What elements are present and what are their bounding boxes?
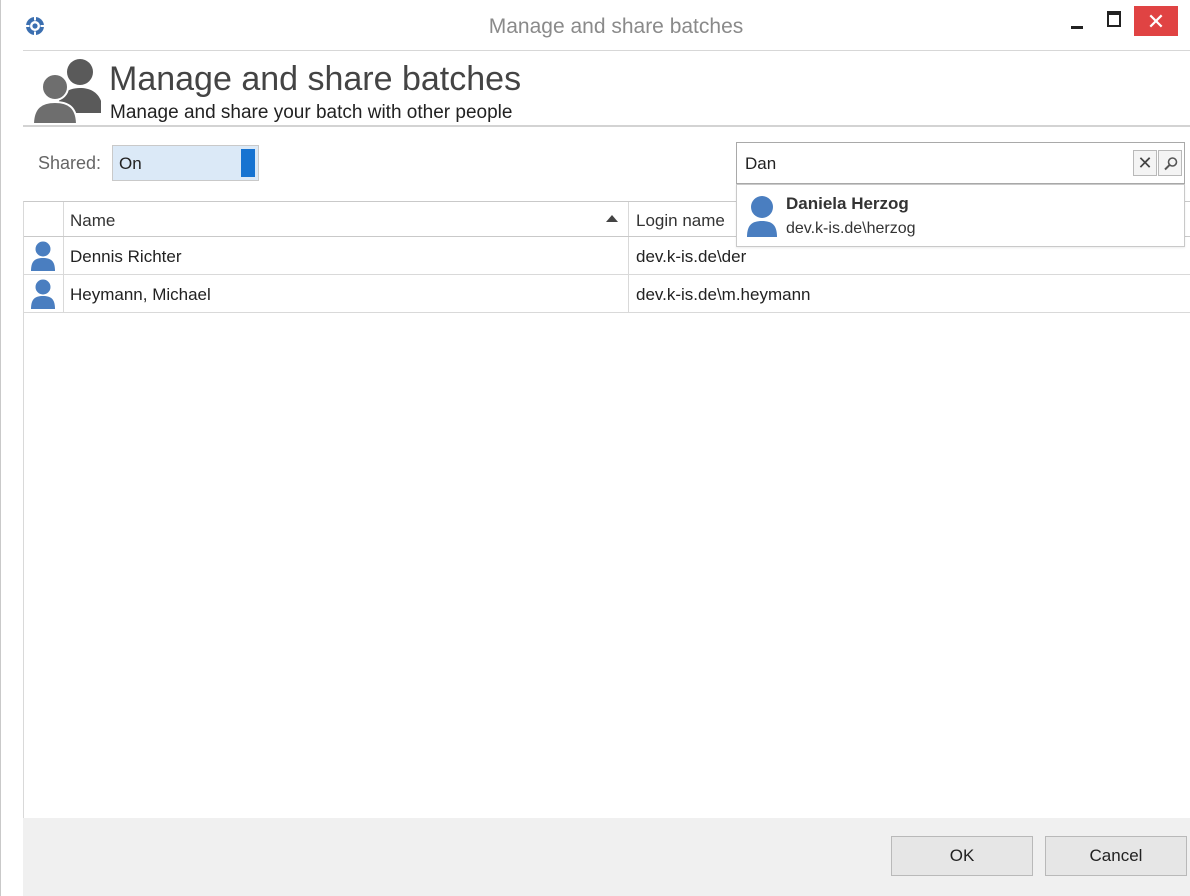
title-bar: Manage and share batches ✕ [1, 0, 1190, 50]
dialog-footer: OK Cancel [23, 818, 1190, 896]
close-icon: ✕ [1146, 9, 1166, 34]
maximize-button[interactable] [1101, 8, 1137, 36]
user-login: dev.k-is.de\m.heymann [636, 285, 811, 304]
sort-ascending-icon [606, 215, 618, 222]
ok-button[interactable]: OK [891, 836, 1033, 876]
search-input[interactable] [743, 151, 1127, 177]
user-icon [747, 196, 777, 237]
row-login-cell: dev.k-is.de\m.heymann [629, 275, 1190, 312]
user-name: Dennis Richter [70, 247, 182, 266]
search-icon [1164, 157, 1178, 171]
table-row[interactable]: Heymann, Michael dev.k-is.de\m.heymann [24, 275, 1190, 313]
header-divider [23, 125, 1190, 127]
search-button[interactable] [1158, 150, 1182, 176]
column-header-name-label: Name [70, 211, 116, 230]
window-title: Manage and share batches [488, 15, 744, 38]
search-clear-button[interactable]: ✕ [1133, 150, 1157, 176]
dialog-window: Manage and share batches ✕ Manage and sh… [0, 0, 1190, 896]
suggestion-login: dev.k-is.de\herzog [786, 220, 916, 237]
user-icon [31, 241, 55, 271]
row-icon-cell [24, 237, 64, 274]
user-name: Heymann, Michael [70, 285, 211, 304]
column-header-icon [24, 202, 64, 236]
column-header-login-label: Login name [636, 211, 725, 230]
shared-users-grid: Name Login name Dennis Richter dev.k-is.… [23, 201, 1190, 818]
search-suggestion[interactable]: Daniela Herzog dev.k-is.de\herzog [736, 184, 1185, 247]
column-header-name[interactable]: Name [63, 202, 629, 236]
row-name-cell: Heymann, Michael [63, 275, 629, 312]
shared-toggle-value: On [119, 154, 142, 173]
shared-toggle[interactable]: On [112, 145, 259, 181]
dialog-header: Manage and share batches Manage and shar… [23, 50, 1190, 126]
user-login: dev.k-is.de\der [636, 247, 747, 266]
suggestion-name: Daniela Herzog [786, 194, 909, 213]
close-button[interactable]: ✕ [1134, 6, 1178, 36]
row-icon-cell [24, 275, 64, 312]
user-icon [31, 279, 55, 309]
search-box: ✕ [736, 142, 1185, 184]
row-name-cell: Dennis Richter [63, 237, 629, 274]
page-title: Manage and share batches [109, 60, 522, 98]
cancel-button[interactable]: Cancel [1045, 836, 1187, 876]
toggle-knob[interactable] [241, 149, 255, 177]
users-icon [33, 59, 101, 123]
minimize-button[interactable] [1064, 8, 1100, 36]
shared-label: Shared: [38, 153, 102, 173]
page-subtitle: Manage and share your batch with other p… [110, 102, 513, 123]
